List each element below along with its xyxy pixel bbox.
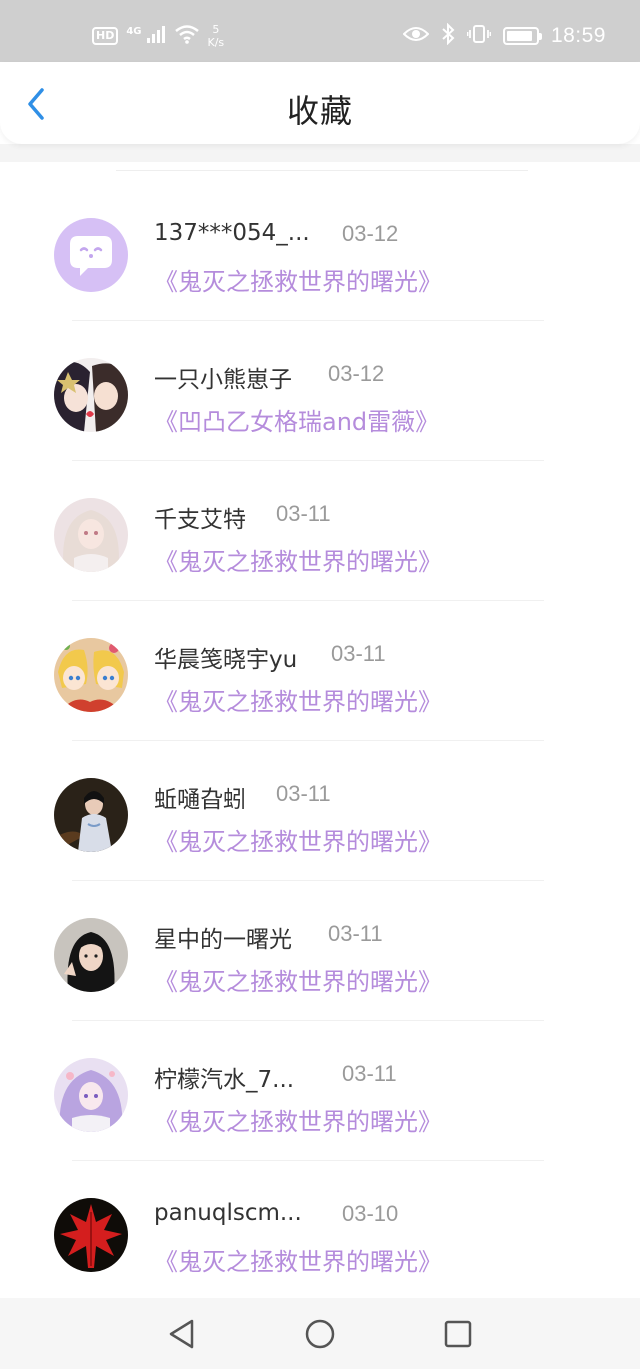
list-item[interactable]: 蚯嗵旮蚓 03-11 《鬼灭之拯救世界的曙光》 — [0, 732, 640, 881]
avatar[interactable] — [54, 1058, 128, 1132]
battery-icon — [502, 27, 542, 45]
work-title-link[interactable]: 《鬼灭之拯救世界的曙光》 — [154, 262, 442, 297]
favorite-date: 03-11 — [276, 501, 331, 526]
avatar[interactable] — [54, 218, 128, 292]
work-title-link[interactable]: 《鬼灭之拯救世界的曙光》 — [154, 682, 442, 717]
wifi-icon — [174, 24, 200, 48]
user-name: 137***054_... — [154, 220, 310, 246]
user-name: 柠檬汽水_7... — [154, 1067, 295, 1093]
page-title: 收藏 — [286, 92, 353, 130]
avatar[interactable] — [54, 918, 128, 992]
divider — [116, 170, 528, 171]
favorite-date: 03-12 — [328, 361, 385, 386]
avatar[interactable] — [54, 778, 128, 852]
list-item[interactable]: panuqlscm... 03-10 《鬼灭之拯救世界的曙光》 — [0, 1152, 640, 1301]
status-time: 18:59 — [550, 24, 606, 47]
list-item[interactable]: 一只小熊崽子 03-12 《凹凸乙女格瑞and雷薇》 — [0, 312, 640, 461]
battery-level — [506, 31, 533, 41]
list-item[interactable]: 柠檬汽水_7... 03-11 《鬼灭之拯救世界的曙光》 — [0, 1012, 640, 1161]
bluetooth-icon — [441, 22, 455, 49]
home-circle-icon — [305, 1319, 335, 1348]
list-item[interactable]: 星中的一曙光 03-11 《鬼灭之拯救世界的曙光》 — [0, 872, 640, 1021]
vibrate-icon — [466, 24, 492, 48]
recents-square-icon — [444, 1320, 472, 1347]
list-item[interactable]: 137***054_... 03-12 《鬼灭之拯救世界的曙光》 — [0, 172, 640, 321]
favorites-list: 137***054_... 03-12 《鬼灭之拯救世界的曙光》 一只小熊崽子 03-1… — [0, 172, 640, 1301]
user-name: 蚯嗵旮蚓 — [154, 787, 246, 813]
favorite-date: 03-11 — [276, 781, 331, 806]
user-name: 星中的一曙光 — [154, 927, 292, 953]
work-title-link[interactable]: 《鬼灭之拯救世界的曙光》 — [154, 542, 442, 577]
status-right: 18:59 — [402, 18, 606, 54]
work-title-link[interactable]: 《凹凸乙女格瑞and雷薇》 — [154, 402, 439, 437]
favorite-date: 03-11 — [331, 641, 386, 666]
status-bar: HD 4G 5 K/s 18:59 — [0, 0, 640, 62]
speed-value: 5 — [212, 23, 220, 36]
user-name: 千支艾特 — [154, 507, 246, 533]
list-item[interactable]: 千支艾特 03-11 《鬼灭之拯救世界的曙光》 — [0, 452, 640, 601]
status-left: HD 4G 5 K/s — [92, 18, 224, 54]
nav-home-button[interactable] — [300, 1314, 340, 1354]
network-speed: 5 K/s — [208, 23, 225, 49]
hd-badge: HD — [92, 27, 119, 45]
work-title-link[interactable]: 《鬼灭之拯救世界的曙光》 — [154, 1102, 442, 1137]
avatar[interactable] — [54, 1198, 128, 1272]
avatar[interactable] — [54, 358, 128, 432]
app-header: 收藏 — [0, 62, 640, 144]
nav-recents-button[interactable] — [438, 1314, 478, 1354]
avatar[interactable] — [54, 498, 128, 572]
list-item[interactable]: 华晨笺晓宇yu 03-11 《鬼灭之拯救世界的曙光》 — [0, 592, 640, 741]
avatar[interactable] — [54, 638, 128, 712]
user-name: 华晨笺晓宇yu — [154, 647, 298, 673]
work-title-link[interactable]: 《鬼灭之拯救世界的曙光》 — [154, 1242, 442, 1277]
system-nav-bar — [0, 1298, 640, 1369]
signal-icon — [146, 25, 166, 47]
user-name: 一只小熊崽子 — [154, 367, 292, 393]
favorite-date: 03-10 — [342, 1201, 399, 1226]
favorite-date: 03-11 — [342, 1061, 397, 1086]
nav-back-button[interactable] — [162, 1314, 202, 1354]
network-type: 4G — [126, 25, 142, 37]
eye-icon — [402, 25, 430, 47]
favorite-date: 03-11 — [328, 921, 383, 946]
favorite-date: 03-12 — [342, 221, 399, 246]
speed-unit: K/s — [207, 36, 225, 49]
back-triangle-icon — [169, 1319, 194, 1348]
user-name: panuqlscm... — [154, 1200, 302, 1226]
app-root: HD 4G 5 K/s 18:59 收藏 137***054_... 03-12… — [0, 0, 640, 1369]
header-spacer — [0, 144, 640, 162]
work-title-link[interactable]: 《鬼灭之拯救世界的曙光》 — [154, 822, 442, 857]
work-title-link[interactable]: 《鬼灭之拯救世界的曙光》 — [154, 962, 442, 997]
